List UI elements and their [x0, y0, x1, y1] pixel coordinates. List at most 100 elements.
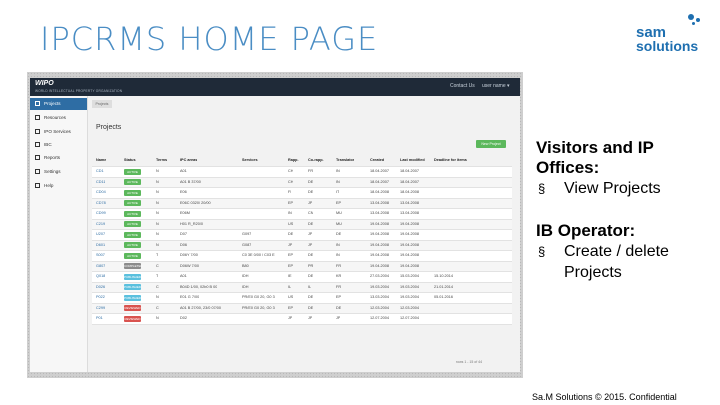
table-cell: DE — [308, 305, 314, 310]
table-cell: 13.04.2008 — [370, 211, 390, 215]
sidebar-item-ibc[interactable]: IBC — [30, 139, 87, 151]
table-cell: 18.04.2007 — [370, 169, 390, 173]
breadcrumb[interactable]: Projects — [92, 100, 112, 108]
column-header[interactable]: Name — [96, 158, 106, 162]
table-row[interactable]: D601 ACTIVE N D06 G087 JP JP IN 19.04.2008 19.04.… — [92, 240, 512, 251]
table-cell: 13.03.2004 — [370, 295, 390, 299]
table-cell: PR — [308, 263, 314, 268]
project-name-link[interactable]: S007 — [96, 253, 105, 257]
sidebar-item-resources[interactable]: Resources — [30, 112, 87, 124]
table-cell: 12.07.2004 — [400, 316, 420, 320]
sidebar-item-help[interactable]: Help — [30, 180, 87, 192]
table-row[interactable]: CD04 ACTIVE N E06 FI DE IT 18.04.2008 18.04.2008 — [92, 188, 512, 199]
table-cell: IN — [336, 242, 340, 247]
table-row[interactable]: C299 REVIEWED C A01 B 27/00, 23/0 07/00 PR/E… — [92, 303, 512, 314]
column-header[interactable]: Rapp. — [288, 158, 299, 162]
column-header[interactable]: Co-rapp. — [308, 158, 324, 162]
column-header[interactable]: Status — [124, 158, 136, 162]
table-row[interactable]: P01 REVIEWED N D02 JP JP JP 12.07.2004 12.07.200… — [92, 314, 512, 325]
project-name-link[interactable]: C299 — [96, 306, 105, 310]
app-brand-subtitle: WORLD INTELLECTUAL PROPERTY ORGANIZATION — [35, 89, 123, 93]
sidebar-item-label: IPO Services — [44, 129, 71, 134]
table-row[interactable]: S007 ACTIVE T D06Y 7/00 C0 3E 0/00 / C03 E EP… — [92, 251, 512, 262]
status-badge: PUBLISHED — [124, 294, 142, 301]
table-row[interactable]: CD78 ACTIVE N E06C 0320/ 20/00 EP JP EP 13.04.2… — [92, 198, 512, 209]
table-cell: 15.03.2004 — [400, 274, 420, 278]
table-cell: JP — [288, 316, 293, 320]
info-panel: Visitors and IP Offices: § View Projects … — [536, 138, 716, 283]
sidebar-item-label: Resources — [44, 115, 66, 120]
table-row[interactable]: CD11 ACTIVE N A01 B 37/00 CH DE IN 18.04.2007 18… — [92, 177, 512, 188]
project-name-link[interactable]: CD99 — [96, 211, 106, 215]
column-header[interactable]: Translator — [336, 158, 354, 162]
project-name-link[interactable]: C219 — [96, 222, 105, 226]
table-cell: 21.01.2014 — [434, 284, 454, 289]
sidebar-item-reports[interactable]: Reports — [30, 152, 87, 164]
table-cell: 18.04.2007 — [400, 179, 420, 184]
project-name-link[interactable]: G807 — [96, 264, 105, 268]
new-project-button[interactable]: New Project — [476, 140, 506, 148]
table-cell: 19.04.2008 — [370, 232, 390, 236]
report-icon — [35, 155, 40, 160]
project-name-link[interactable]: P022 — [96, 295, 105, 299]
table-row[interactable]: G807 COMPLETED C D06W 7/00 B80 EP PR FR 19.04.20… — [92, 261, 512, 272]
project-name-link[interactable]: Q018 — [96, 274, 105, 278]
table-cell: D06 — [180, 242, 187, 247]
table-row[interactable]: U207 ACTIVE N D07 G097 DE JP DE 19.04.2008 19.04.… — [92, 230, 512, 241]
table-cell: IT — [336, 190, 340, 194]
table-cell: 19.04.2008 — [370, 221, 390, 226]
table-cell: FR — [336, 263, 342, 268]
user-menu[interactable]: user name ▾ — [482, 83, 510, 89]
column-header[interactable]: Terms — [156, 158, 167, 162]
contact-link[interactable]: Contact Us — [450, 83, 475, 89]
project-name-link[interactable]: D026 — [96, 285, 105, 289]
status-badge: REVIEWED — [124, 315, 141, 322]
column-header[interactable]: Created — [370, 158, 384, 162]
table-cell: G087 — [242, 242, 252, 247]
table-cell: D02 — [180, 316, 187, 320]
status-badge: REVIEWED — [124, 305, 141, 311]
column-header[interactable]: IPC areas — [180, 158, 197, 162]
table-row[interactable]: C219 ACTIVE N H01 R_R20/0 US DE MU 19.04.2008 19… — [92, 219, 512, 230]
screenshot-frame: WIPO WORLD INTELLECTUAL PROPERTY ORGANIZ… — [27, 72, 523, 378]
column-header[interactable]: Deadline for items — [434, 158, 467, 162]
table-cell: IL — [288, 284, 292, 289]
table-cell: CH — [288, 169, 294, 173]
table-row[interactable]: Q018 PUBLISHED T A01 IDH IE DE KR 27.03.2004 15.0… — [92, 272, 512, 283]
column-header[interactable]: Services — [242, 158, 258, 162]
table-cell: C — [156, 305, 159, 310]
table-cell: C — [156, 263, 159, 268]
column-header[interactable]: Last modified — [400, 158, 425, 162]
table-cell: 12.03.2004 — [400, 305, 420, 310]
status-badge: ACTIVE — [124, 189, 141, 196]
project-name-link[interactable]: P01 — [96, 316, 103, 320]
table-cell: IN — [336, 253, 340, 257]
project-name-link[interactable]: U207 — [96, 232, 105, 236]
table-cell: MU — [336, 211, 342, 215]
table-cell: 12.07.2004 — [370, 316, 390, 320]
table-cell: IL — [308, 284, 312, 289]
table-cell: E06M — [180, 211, 190, 215]
project-name-link[interactable]: D601 — [96, 243, 105, 247]
sidebar-item-label: Settings — [44, 169, 61, 174]
table-row[interactable]: D026 PUBLISHED C B04D 1/00, 02b0 B 00 IDH IL I… — [92, 282, 512, 293]
project-name-link[interactable]: CD11 — [96, 180, 105, 184]
table-cell: JP — [308, 232, 313, 236]
table-cell: EP — [336, 295, 342, 299]
table-cell: 19.04.2008 — [400, 253, 420, 257]
table-cell: FR — [336, 284, 342, 289]
sidebar-item-projects[interactable]: Projects — [30, 98, 87, 110]
table-cell: DE — [308, 295, 314, 299]
project-name-link[interactable]: CD1 — [96, 169, 104, 173]
table-row[interactable]: CD99 ACTIVE N E06M IN CN MU 13.04.2008 13.04.200… — [92, 209, 512, 220]
sidebar-item-ipo-services[interactable]: IPO Services — [30, 126, 87, 138]
table-cell: E06 — [180, 190, 187, 194]
sidebar-item-settings[interactable]: Settings — [30, 166, 87, 178]
table-cell: FR — [308, 169, 314, 173]
table-cell: 27.03.2004 — [370, 274, 390, 278]
project-name-link[interactable]: CD78 — [96, 201, 106, 205]
table-cell: IN — [336, 169, 340, 173]
table-row[interactable]: P022 PUBLISHED N E01 G 7/00 PR/E0 G0 20, G0 … — [92, 293, 512, 304]
table-row[interactable]: CD1 ACTIVE N A01 CH FR IN 18.04.2007 18.04.2007 — [92, 167, 512, 178]
project-name-link[interactable]: CD04 — [96, 190, 106, 194]
